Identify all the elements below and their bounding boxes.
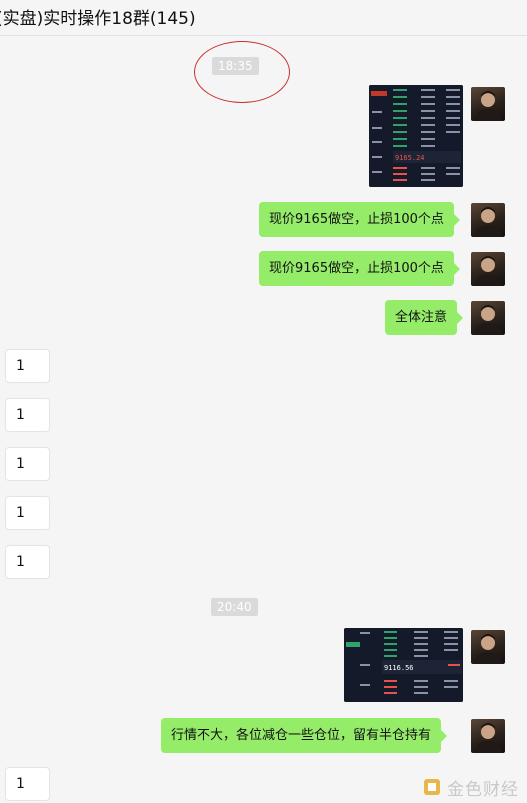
received-message[interactable]: 1 (5, 447, 50, 481)
trading-screenshot[interactable]: 9165.24 (369, 85, 463, 187)
logo-icon (424, 779, 440, 795)
sender-avatar[interactable] (471, 87, 505, 121)
person-icon (474, 723, 502, 753)
current-price: 9116.56 (384, 664, 414, 672)
sender-avatar[interactable] (471, 719, 505, 753)
sent-message[interactable]: 现价9165做空，止损100个点 (259, 251, 460, 286)
orderbook-image: 9165.24 (369, 85, 463, 187)
sent-message[interactable]: 行情不大，各位减仓一些仓位，留有半仓持有 (161, 718, 448, 753)
chat-header: (实盘)实时操作18群(145) (0, 0, 527, 36)
sender-avatar[interactable] (471, 252, 505, 286)
received-message[interactable]: 1 (5, 349, 50, 383)
chat-title: (实盘)实时操作18群(145) (0, 9, 196, 29)
highlight-circle (194, 41, 290, 103)
received-message[interactable]: 1 (5, 545, 50, 579)
person-icon (474, 207, 502, 237)
trading-screenshot[interactable]: 9116.56 (344, 628, 463, 702)
watermark-text: 金色财经 (447, 779, 519, 800)
received-message[interactable]: 1 (5, 767, 50, 801)
sender-avatar[interactable] (471, 301, 505, 335)
timestamp: 20:40 (211, 598, 258, 616)
sent-message[interactable]: 全体注意 (385, 300, 464, 335)
current-price: 9165.24 (395, 154, 425, 162)
orderbook-image: 9116.56 (344, 628, 463, 702)
person-icon (474, 305, 502, 335)
sender-avatar[interactable] (471, 630, 505, 664)
sent-message[interactable]: 现价9165做空，止损100个点 (259, 202, 460, 237)
watermark: 金色财经 (423, 772, 519, 802)
received-message[interactable]: 1 (5, 496, 50, 530)
received-message[interactable]: 1 (5, 398, 50, 432)
person-icon (474, 634, 502, 664)
person-icon (474, 91, 502, 121)
person-icon (474, 256, 502, 286)
sender-avatar[interactable] (471, 203, 505, 237)
